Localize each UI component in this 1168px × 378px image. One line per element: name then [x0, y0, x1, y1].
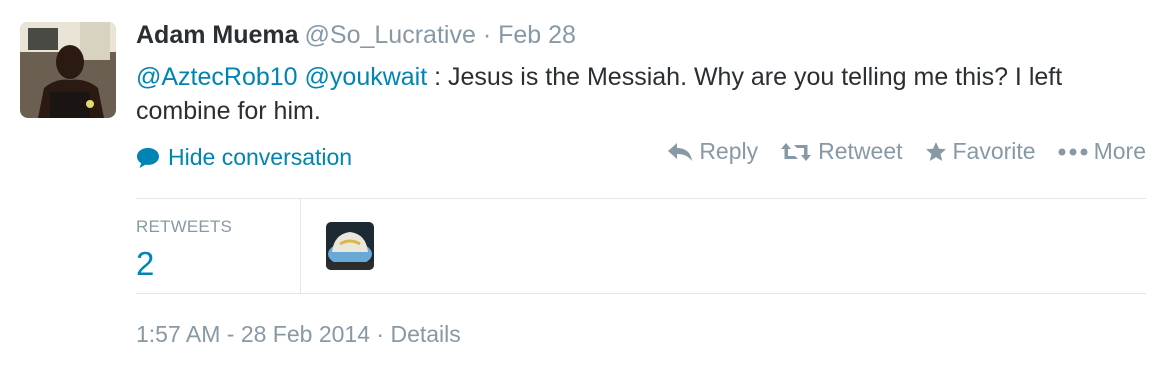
more-button[interactable]: More	[1058, 138, 1146, 165]
retweets-stat[interactable]: RETWEETS 2	[136, 199, 301, 293]
retweet-icon	[781, 142, 812, 161]
details-link[interactable]: Details	[390, 321, 460, 347]
retweets-label: RETWEETS	[136, 217, 233, 236]
hide-conversation-link[interactable]: Hide conversation	[136, 144, 352, 171]
mention-link[interactable]: @youkwait	[305, 63, 428, 91]
favorite-button[interactable]: Favorite	[925, 138, 1036, 165]
speech-bubble-icon	[137, 147, 159, 168]
tweet-actions: Reply Retweet Favorite More	[645, 138, 1146, 165]
retweet-label: Retweet	[818, 138, 903, 164]
retweet-button[interactable]: Retweet	[780, 138, 903, 165]
retweets-count: 2	[136, 245, 155, 282]
mention-link[interactable]: @AztecRob10	[136, 63, 298, 91]
reply-label: Reply	[699, 138, 759, 164]
tweet-date[interactable]: Feb 28	[498, 21, 576, 49]
tweet-text: @AztecRob10 @youkwait : Jesus is the Mes…	[136, 60, 1146, 128]
tweet-header: Adam Muema @So_Lucrative · Feb 28	[136, 20, 576, 50]
star-icon	[925, 141, 946, 161]
hide-conversation-label: Hide conversation	[168, 144, 353, 170]
author-username[interactable]: @So_Lucrative	[305, 21, 476, 49]
ellipsis-icon	[1058, 148, 1088, 155]
header-separator: ·	[482, 21, 492, 49]
more-label: More	[1093, 138, 1146, 164]
meta-separator: ·	[376, 321, 385, 347]
author-fullname[interactable]: Adam Muema	[136, 21, 299, 49]
retweeter-avatar[interactable]	[326, 222, 374, 270]
tweet-stats: RETWEETS 2	[136, 198, 1146, 294]
tweet-timestamp[interactable]: 1:57 AM - 28 Feb 2014	[136, 321, 370, 347]
reply-icon	[668, 142, 693, 161]
author-avatar[interactable]	[20, 22, 116, 118]
tweet-metadata: 1:57 AM - 28 Feb 2014 · Details	[136, 321, 461, 348]
reply-button[interactable]: Reply	[667, 138, 758, 165]
favorite-label: Favorite	[952, 138, 1036, 164]
